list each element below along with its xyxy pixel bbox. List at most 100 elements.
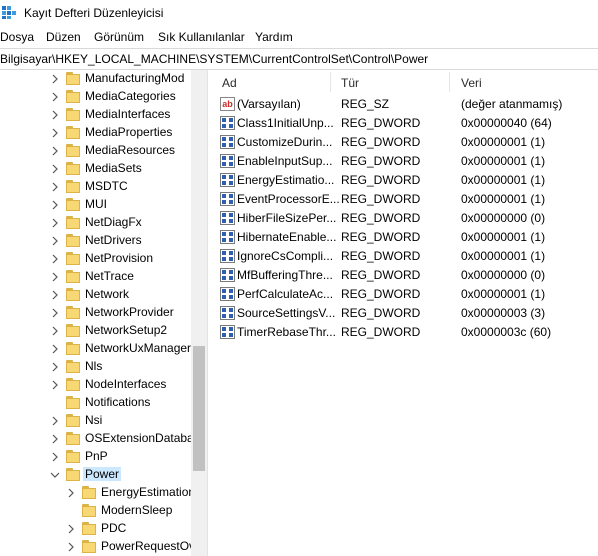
value-row[interactable]: EnableInputSup... REG_DWORD 0x00000001 (1): [210, 152, 598, 171]
binary-value-icon: [220, 287, 235, 301]
value-name: CustomizeDurin...: [237, 135, 333, 149]
value-name: EnableInputSup...: [237, 154, 333, 168]
value-row[interactable]: IgnoreCsCompli... REG_DWORD 0x00000001 (1): [210, 247, 598, 266]
chevron-right-icon[interactable]: [50, 163, 60, 175]
chevron-right-icon[interactable]: [50, 73, 60, 85]
tree-item-label: MediaSets: [85, 161, 142, 175]
tree-scrollbar[interactable]: [191, 70, 207, 556]
chevron-right-icon[interactable]: [50, 199, 60, 211]
tree-item[interactable]: ManufacturingMod: [0, 70, 192, 88]
tree-item-label: Power: [83, 467, 122, 481]
chevron-right-icon[interactable]: [66, 487, 76, 499]
tree-item-label: ManufacturingMod: [85, 71, 185, 85]
chevron-down-icon[interactable]: [50, 469, 60, 481]
chevron-right-icon[interactable]: [50, 325, 60, 337]
tree-item-label: PnP: [85, 449, 108, 463]
tree-item[interactable]: NetworkUxManager: [0, 340, 192, 358]
address-bar[interactable]: Bilgisayar\HKEY_LOCAL_MACHINE\SYSTEM\Cur…: [0, 48, 598, 70]
value-name: MfBufferingThre...: [237, 268, 333, 282]
menu-help[interactable]: Yardım: [255, 30, 293, 44]
value-list: Ad Tür Veri ab (Varsayılan) REG_SZ (değer a…: [210, 70, 598, 556]
folder-icon: [66, 360, 80, 373]
tree-item[interactable]: PowerRequestOv: [0, 538, 195, 556]
chevron-right-icon[interactable]: [50, 253, 60, 265]
value-row[interactable]: ab (Varsayılan) REG_SZ (değer atanmamış): [210, 95, 598, 114]
tree-item[interactable]: PDC: [0, 520, 192, 538]
chevron-right-icon[interactable]: [50, 307, 60, 319]
tree-item[interactable]: PnP: [0, 448, 192, 466]
column-separator[interactable]: [330, 72, 331, 92]
column-separator[interactable]: [449, 72, 450, 92]
tree-item[interactable]: NetworkProvider: [0, 304, 192, 322]
value-row[interactable]: SourceSettingsV... REG_DWORD 0x00000003 (3…: [210, 304, 598, 323]
tree-item[interactable]: MediaInterfaces: [0, 106, 192, 124]
menu-file[interactable]: Dosya: [0, 30, 34, 44]
value-row[interactable]: EventProcessorE... REG_DWORD 0x00000001 (1…: [210, 190, 598, 209]
tree-item[interactable]: MediaResources: [0, 142, 192, 160]
tree-item[interactable]: NetTrace: [0, 268, 192, 286]
chevron-right-icon[interactable]: [66, 523, 76, 535]
binary-value-icon: [220, 306, 235, 320]
value-row[interactable]: HiberFileSizePer... REG_DWORD 0x00000000 (…: [210, 209, 598, 228]
chevron-right-icon[interactable]: [50, 127, 60, 139]
menu-favorites[interactable]: Sık Kullanılanlar: [158, 30, 245, 44]
chevron-right-icon[interactable]: [50, 271, 60, 283]
chevron-right-icon[interactable]: [50, 217, 60, 229]
chevron-right-icon[interactable]: [50, 91, 60, 103]
chevron-right-icon[interactable]: [50, 379, 60, 391]
tree-item-label: OSExtensionDatabas: [85, 431, 200, 445]
menu-edit[interactable]: Düzen: [46, 30, 81, 44]
menu-view[interactable]: Görünüm: [94, 30, 144, 44]
chevron-right-icon[interactable]: [50, 145, 60, 157]
tree-item[interactable]: MediaSets: [0, 160, 192, 178]
chevron-right-icon[interactable]: [50, 109, 60, 121]
value-row[interactable]: PerfCalculateAc... REG_DWORD 0x00000001 (1…: [210, 285, 598, 304]
value-row[interactable]: Class1InitialUnp... REG_DWORD 0x00000040 (…: [210, 114, 598, 133]
tree-item-label: NetworkUxManager: [85, 341, 192, 355]
chevron-right-icon[interactable]: [50, 343, 60, 355]
tree-item[interactable]: MUI: [0, 196, 192, 214]
tree-item[interactable]: MediaProperties: [0, 124, 192, 142]
tree-item-label: NetworkSetup2: [85, 323, 168, 337]
tree-item[interactable]: OSExtensionDatabas: [0, 430, 200, 448]
tree-scrollbar-thumb[interactable]: [193, 346, 205, 471]
column-header-name[interactable]: Ad: [222, 76, 237, 90]
value-row[interactable]: CustomizeDurin... REG_DWORD 0x00000001 (1): [210, 133, 598, 152]
tree-item[interactable]: Nsi: [0, 412, 192, 430]
tree-item[interactable]: NetProvision: [0, 250, 192, 268]
chevron-right-icon[interactable]: [50, 361, 60, 373]
tree-item[interactable]: Network: [0, 286, 192, 304]
tree-item[interactable]: NodeInterfaces: [0, 376, 192, 394]
binary-value-icon: [220, 325, 235, 339]
folder-icon: [66, 126, 80, 139]
tree-item[interactable]: EnergyEstimation: [0, 484, 195, 502]
tree-item[interactable]: MSDTC: [0, 178, 192, 196]
chevron-right-icon[interactable]: [50, 415, 60, 427]
tree-item[interactable]: Nls: [0, 358, 192, 376]
key-tree[interactable]: ManufacturingMod MediaCategories MediaInte…: [0, 70, 208, 556]
chevron-right-icon[interactable]: [50, 235, 60, 247]
tree-item[interactable]: MediaCategories: [0, 88, 192, 106]
value-row[interactable]: TimerRebaseThr... REG_DWORD 0x0000003c (60…: [210, 323, 598, 342]
column-header-type[interactable]: Tür: [341, 76, 359, 90]
tree-item[interactable]: ModernSleep: [0, 502, 192, 520]
address-path[interactable]: Bilgisayar\HKEY_LOCAL_MACHINE\SYSTEM\Cur…: [0, 52, 428, 66]
tree-item[interactable]: Power: [0, 466, 192, 484]
chevron-right-icon[interactable]: [50, 433, 60, 445]
folder-icon: [66, 216, 80, 229]
chevron-right-icon[interactable]: [50, 289, 60, 301]
value-row[interactable]: MfBufferingThre... REG_DWORD 0x00000000 (0…: [210, 266, 598, 285]
value-row[interactable]: EnergyEstimatio... REG_DWORD 0x00000001 (1…: [210, 171, 598, 190]
chevron-right-icon[interactable]: [50, 451, 60, 463]
tree-item[interactable]: NetworkSetup2: [0, 322, 192, 340]
folder-icon: [66, 144, 80, 157]
chevron-right-icon[interactable]: [50, 181, 60, 193]
column-header-data[interactable]: Veri: [461, 76, 482, 90]
tree-item[interactable]: Notifications: [0, 394, 192, 412]
folder-icon: [66, 468, 80, 481]
tree-item[interactable]: NetDiagFx: [0, 214, 192, 232]
chevron-right-icon[interactable]: [66, 541, 76, 553]
value-row[interactable]: HibernateEnable... REG_DWORD 0x00000001 (1…: [210, 228, 598, 247]
tree-item[interactable]: NetDrivers: [0, 232, 192, 250]
value-type: REG_DWORD: [341, 306, 421, 320]
